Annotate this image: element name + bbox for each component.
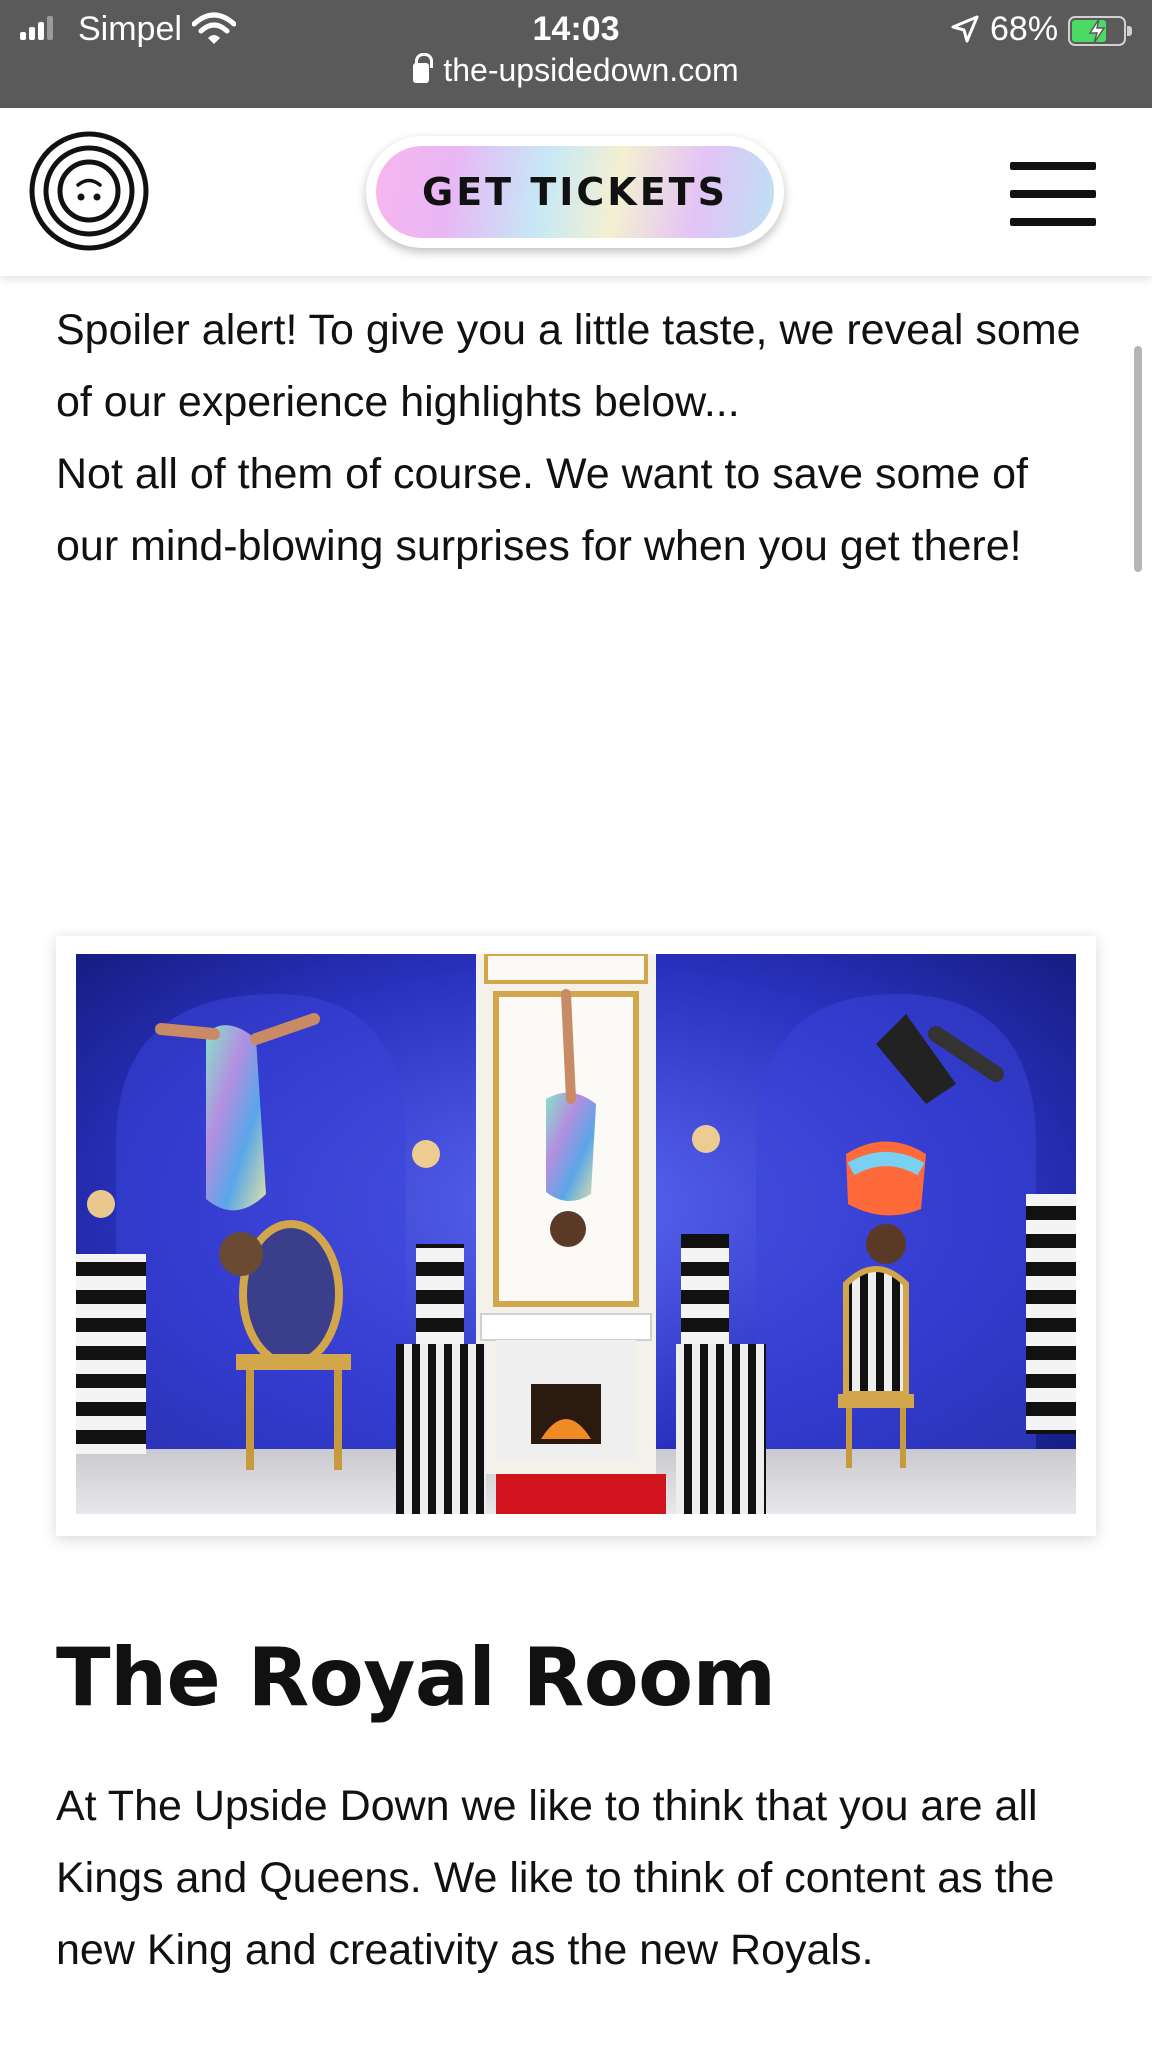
location-arrow-icon: [951, 15, 979, 43]
charging-bolt-icon: [1088, 18, 1106, 44]
battery-icon: [1068, 16, 1132, 46]
status-bar: Simpel 14:03 68% the-upsidedown.com: [0, 0, 1152, 108]
battery-percent: 68%: [990, 10, 1059, 48]
url-bar[interactable]: the-upsidedown.com: [0, 52, 1152, 96]
royal-room-illustration: [76, 954, 1076, 1514]
status-row: Simpel 14:03 68%: [0, 6, 1152, 50]
hamburger-menu-icon[interactable]: [1010, 162, 1096, 228]
royal-room-photo-card: [56, 936, 1096, 1536]
room-description: At The Upside Down we like to think that…: [56, 1782, 1055, 1974]
site-header: GET TICKETS: [0, 108, 1152, 276]
url-text: the-upsidedown.com: [443, 52, 739, 88]
upside-down-logo[interactable]: [28, 130, 150, 252]
intro-line-2: Not all of them of course. We want to sa…: [56, 450, 1028, 570]
intro-text: Spoiler alert! To give you a little tast…: [56, 294, 1096, 582]
royal-room-photo: [76, 954, 1076, 1514]
intro-line-1: Spoiler alert! To give you a little tast…: [56, 306, 1081, 426]
page-scrollbar[interactable]: [1134, 346, 1142, 572]
lock-icon: [413, 53, 434, 83]
battery-nub: [1127, 26, 1132, 36]
get-tickets-label: GET TICKETS: [422, 170, 728, 214]
room-title: The Royal Room: [56, 1631, 776, 1724]
get-tickets-button[interactable]: GET TICKETS: [366, 136, 784, 248]
